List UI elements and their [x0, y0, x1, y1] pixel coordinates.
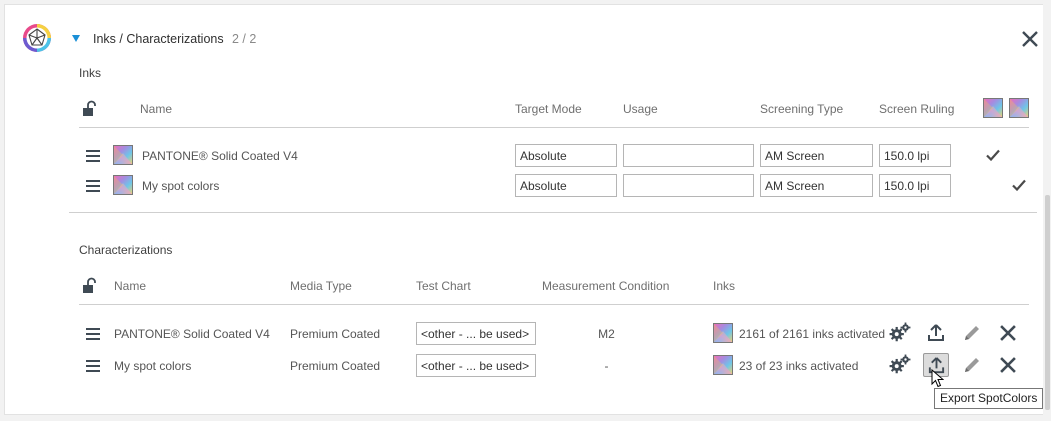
media-type: Premium Coated [290, 327, 381, 341]
mouse-cursor-icon [931, 369, 944, 388]
checkmark-icon[interactable] [1012, 179, 1026, 191]
checkmark-icon[interactable] [986, 149, 1000, 161]
media-type: Premium Coated [290, 359, 381, 373]
char-header-inks[interactable]: Inks [713, 279, 735, 293]
inks-header-name[interactable]: Name [140, 102, 172, 116]
swatch-icon [983, 98, 1003, 118]
color-wheel-logo-icon [23, 24, 51, 52]
target-mode-field[interactable]: Absolute [515, 174, 617, 197]
panel-count: 2 / 2 [232, 32, 257, 46]
usage-field[interactable] [623, 144, 754, 167]
char-header-measurement-condition[interactable]: Measurement Condition [542, 279, 669, 293]
unlock-icon[interactable] [81, 277, 99, 295]
target-mode-field[interactable]: Absolute [515, 144, 617, 167]
screening-type-field[interactable]: AM Screen [760, 174, 873, 197]
test-chart-select[interactable]: <other - ... be used> [416, 322, 536, 345]
swatch-icon [113, 145, 133, 165]
ink-name: PANTONE® Solid Coated V4 [142, 149, 298, 163]
usage-field[interactable] [623, 174, 754, 197]
char-header-test-chart[interactable]: Test Chart [416, 279, 471, 293]
inks-header-target-mode[interactable]: Target Mode [515, 102, 582, 116]
inks-header-screen-ruling[interactable]: Screen Ruling [879, 102, 954, 116]
swatch-icon [1009, 98, 1029, 118]
screening-type-field[interactable]: AM Screen [760, 144, 873, 167]
measurement-condition: - [604, 359, 609, 373]
edit-pencil-icon[interactable] [962, 323, 982, 343]
characterizations-section-label: Characterizations [79, 243, 173, 257]
characterization-name: PANTONE® Solid Coated V4 [114, 327, 270, 341]
drag-handle-icon[interactable] [86, 150, 100, 162]
delete-x-icon[interactable] [998, 323, 1018, 343]
ink-name: My spot colors [142, 179, 220, 193]
divider [79, 304, 1029, 305]
panel-title: Inks / Characterizations [93, 32, 224, 46]
inks-activated: 2161 of 2161 inks activated [739, 327, 886, 341]
characterization-name: My spot colors [114, 359, 192, 373]
expand-triangle-icon[interactable] [72, 35, 80, 42]
divider [69, 212, 1037, 213]
unlock-icon[interactable] [81, 100, 99, 118]
inks-header-screening-type[interactable]: Screening Type [760, 102, 843, 116]
drag-handle-icon[interactable] [86, 328, 100, 340]
screen-ruling-field[interactable]: 150.0 lpi [879, 144, 951, 167]
inks-activated: 23 of 23 inks activated [739, 359, 859, 373]
swatch-icon [713, 355, 733, 375]
drag-handle-icon[interactable] [86, 180, 100, 192]
export-upload-icon[interactable] [926, 323, 946, 343]
delete-x-icon[interactable] [998, 355, 1018, 375]
measurement-condition: M2 [598, 327, 615, 341]
char-header-media-type[interactable]: Media Type [290, 279, 352, 293]
scrollbar-thumb[interactable] [1045, 195, 1050, 410]
swatch-icon [113, 175, 133, 195]
settings-gears-icon[interactable] [889, 354, 911, 376]
inks-section-label: Inks [79, 66, 102, 80]
test-chart-select[interactable]: <other - ... be used> [416, 354, 536, 377]
swatch-icon [713, 323, 733, 343]
screen-ruling-field[interactable]: 150.0 lpi [879, 174, 951, 197]
divider [79, 127, 1029, 128]
tooltip: Export SpotColors [934, 388, 1044, 409]
inks-header-usage[interactable]: Usage [623, 102, 658, 116]
settings-gears-icon[interactable] [889, 322, 911, 344]
char-header-name[interactable]: Name [114, 279, 146, 293]
edit-pencil-icon[interactable] [962, 355, 982, 375]
close-icon[interactable] [1021, 30, 1039, 48]
drag-handle-icon[interactable] [86, 360, 100, 372]
